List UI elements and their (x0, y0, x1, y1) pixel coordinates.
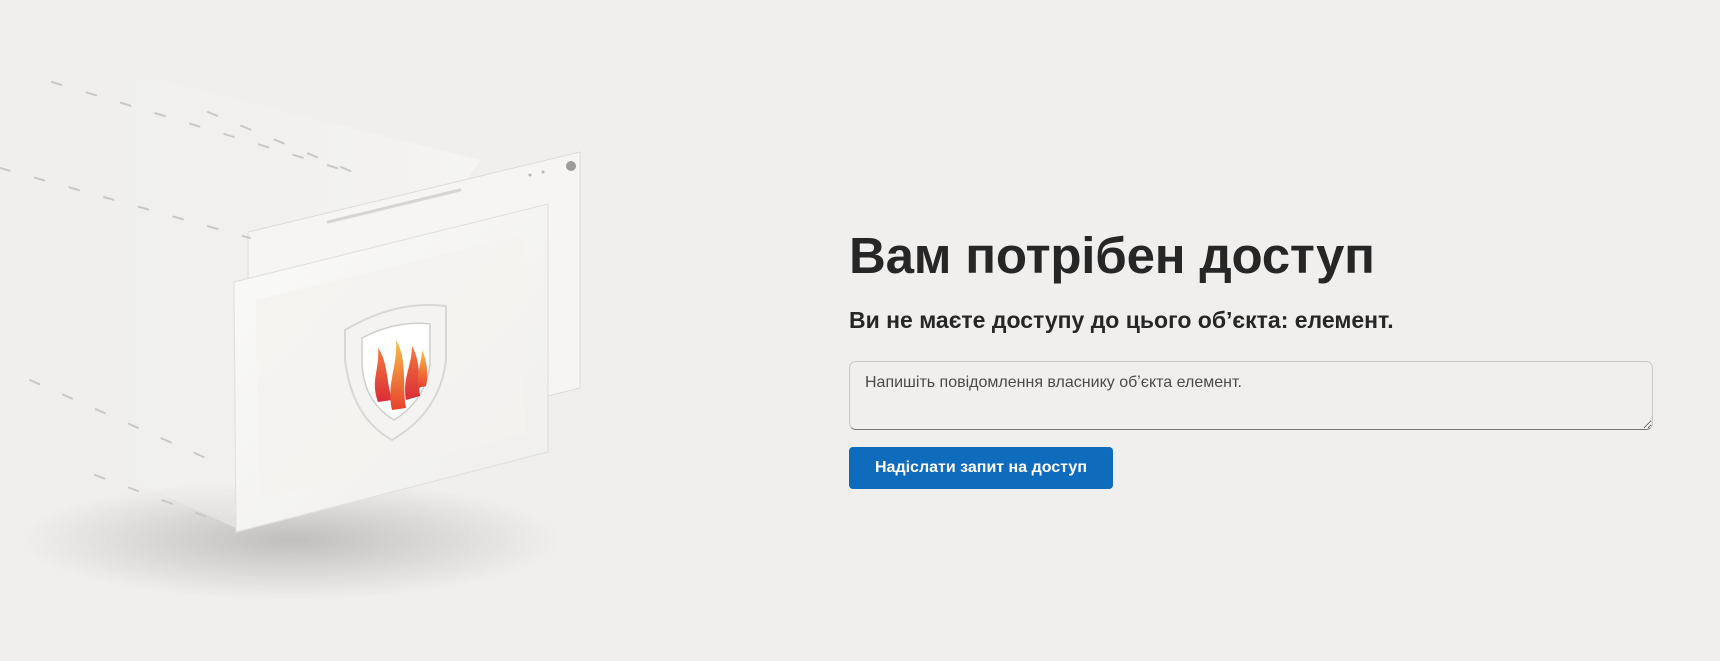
page-title: Вам потрібен доступ (849, 227, 1375, 284)
request-access-button[interactable]: Надіслати запит на доступ (849, 446, 1113, 489)
access-denied-message: Ви не маєте доступу до цього обʼєкта: ел… (849, 307, 1394, 334)
access-illustration (0, 0, 720, 656)
message-to-owner-input[interactable] (849, 360, 1653, 430)
access-request-panel: Вам потрібен доступ Ви не маєте доступу … (849, 227, 1653, 489)
